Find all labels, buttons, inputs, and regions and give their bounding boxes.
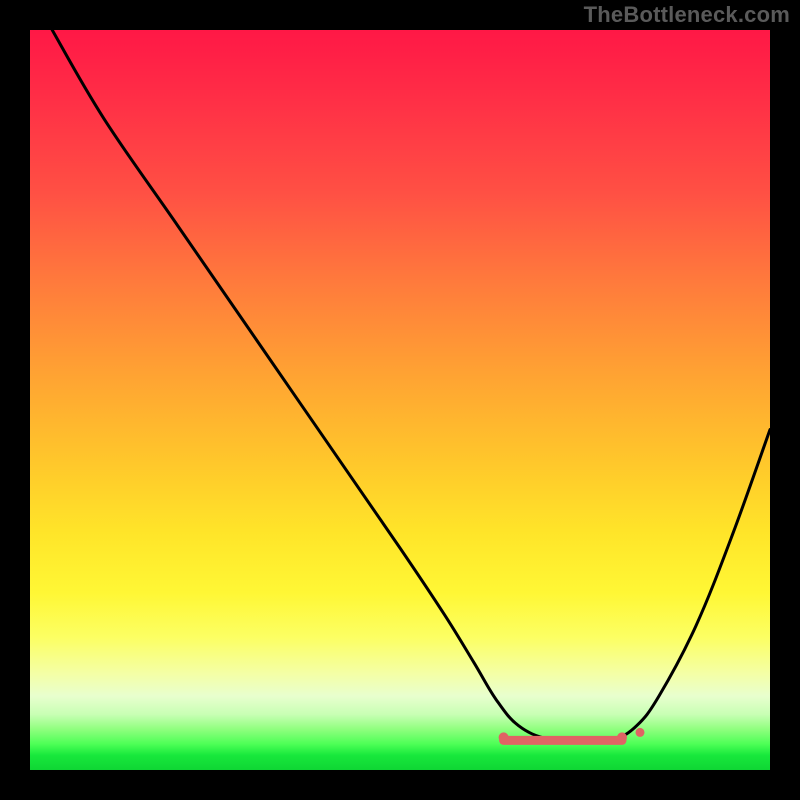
chart-frame: TheBottleneck.com <box>0 0 800 800</box>
bottleneck-curve <box>52 30 770 741</box>
optimal-zone-left-dot <box>499 732 509 742</box>
watermark-text: TheBottleneck.com <box>584 2 790 28</box>
optimal-zone-right-dot <box>617 732 627 742</box>
plot-area <box>30 30 770 770</box>
optimal-zone-far-dot <box>636 728 645 737</box>
bottleneck-curve-svg <box>30 30 770 770</box>
